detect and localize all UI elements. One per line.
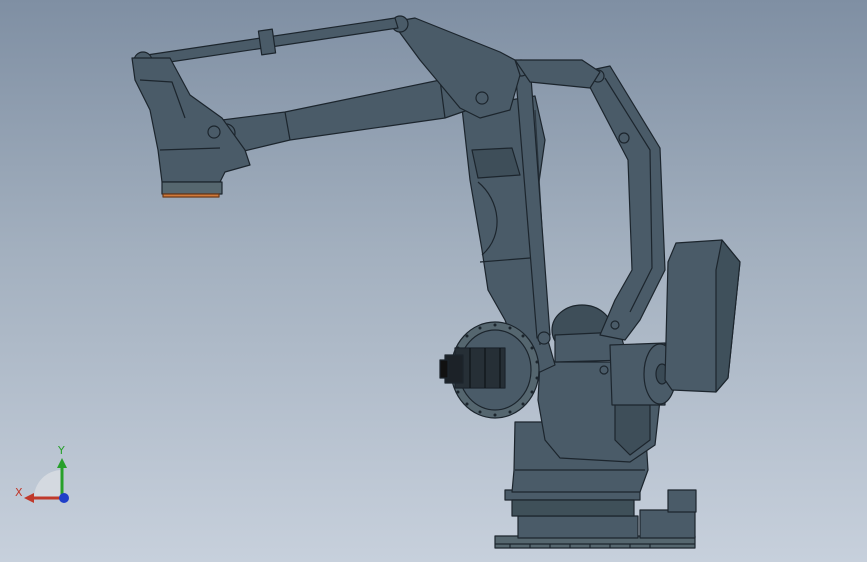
robot-counterweight[interactable] bbox=[664, 239, 741, 393]
y-axis-label: Y bbox=[57, 444, 65, 457]
y-axis-arrowhead bbox=[57, 458, 67, 468]
robot-rear-link-arm[interactable] bbox=[581, 65, 666, 341]
x-axis-label: X bbox=[15, 486, 23, 499]
robot-upper-arm[interactable] bbox=[214, 79, 469, 153]
x-axis-arrowhead bbox=[24, 493, 34, 503]
z-axis-dot bbox=[59, 493, 69, 503]
robot-top-parallel-bar[interactable] bbox=[133, 17, 399, 71]
graphics-viewport[interactable]: Y X bbox=[0, 0, 867, 562]
robot-3d-model[interactable] bbox=[0, 0, 867, 562]
coordinate-triad: Y X bbox=[15, 444, 69, 503]
robot-shoulder-motor[interactable] bbox=[439, 347, 506, 389]
triad-plane-icon bbox=[34, 470, 62, 498]
